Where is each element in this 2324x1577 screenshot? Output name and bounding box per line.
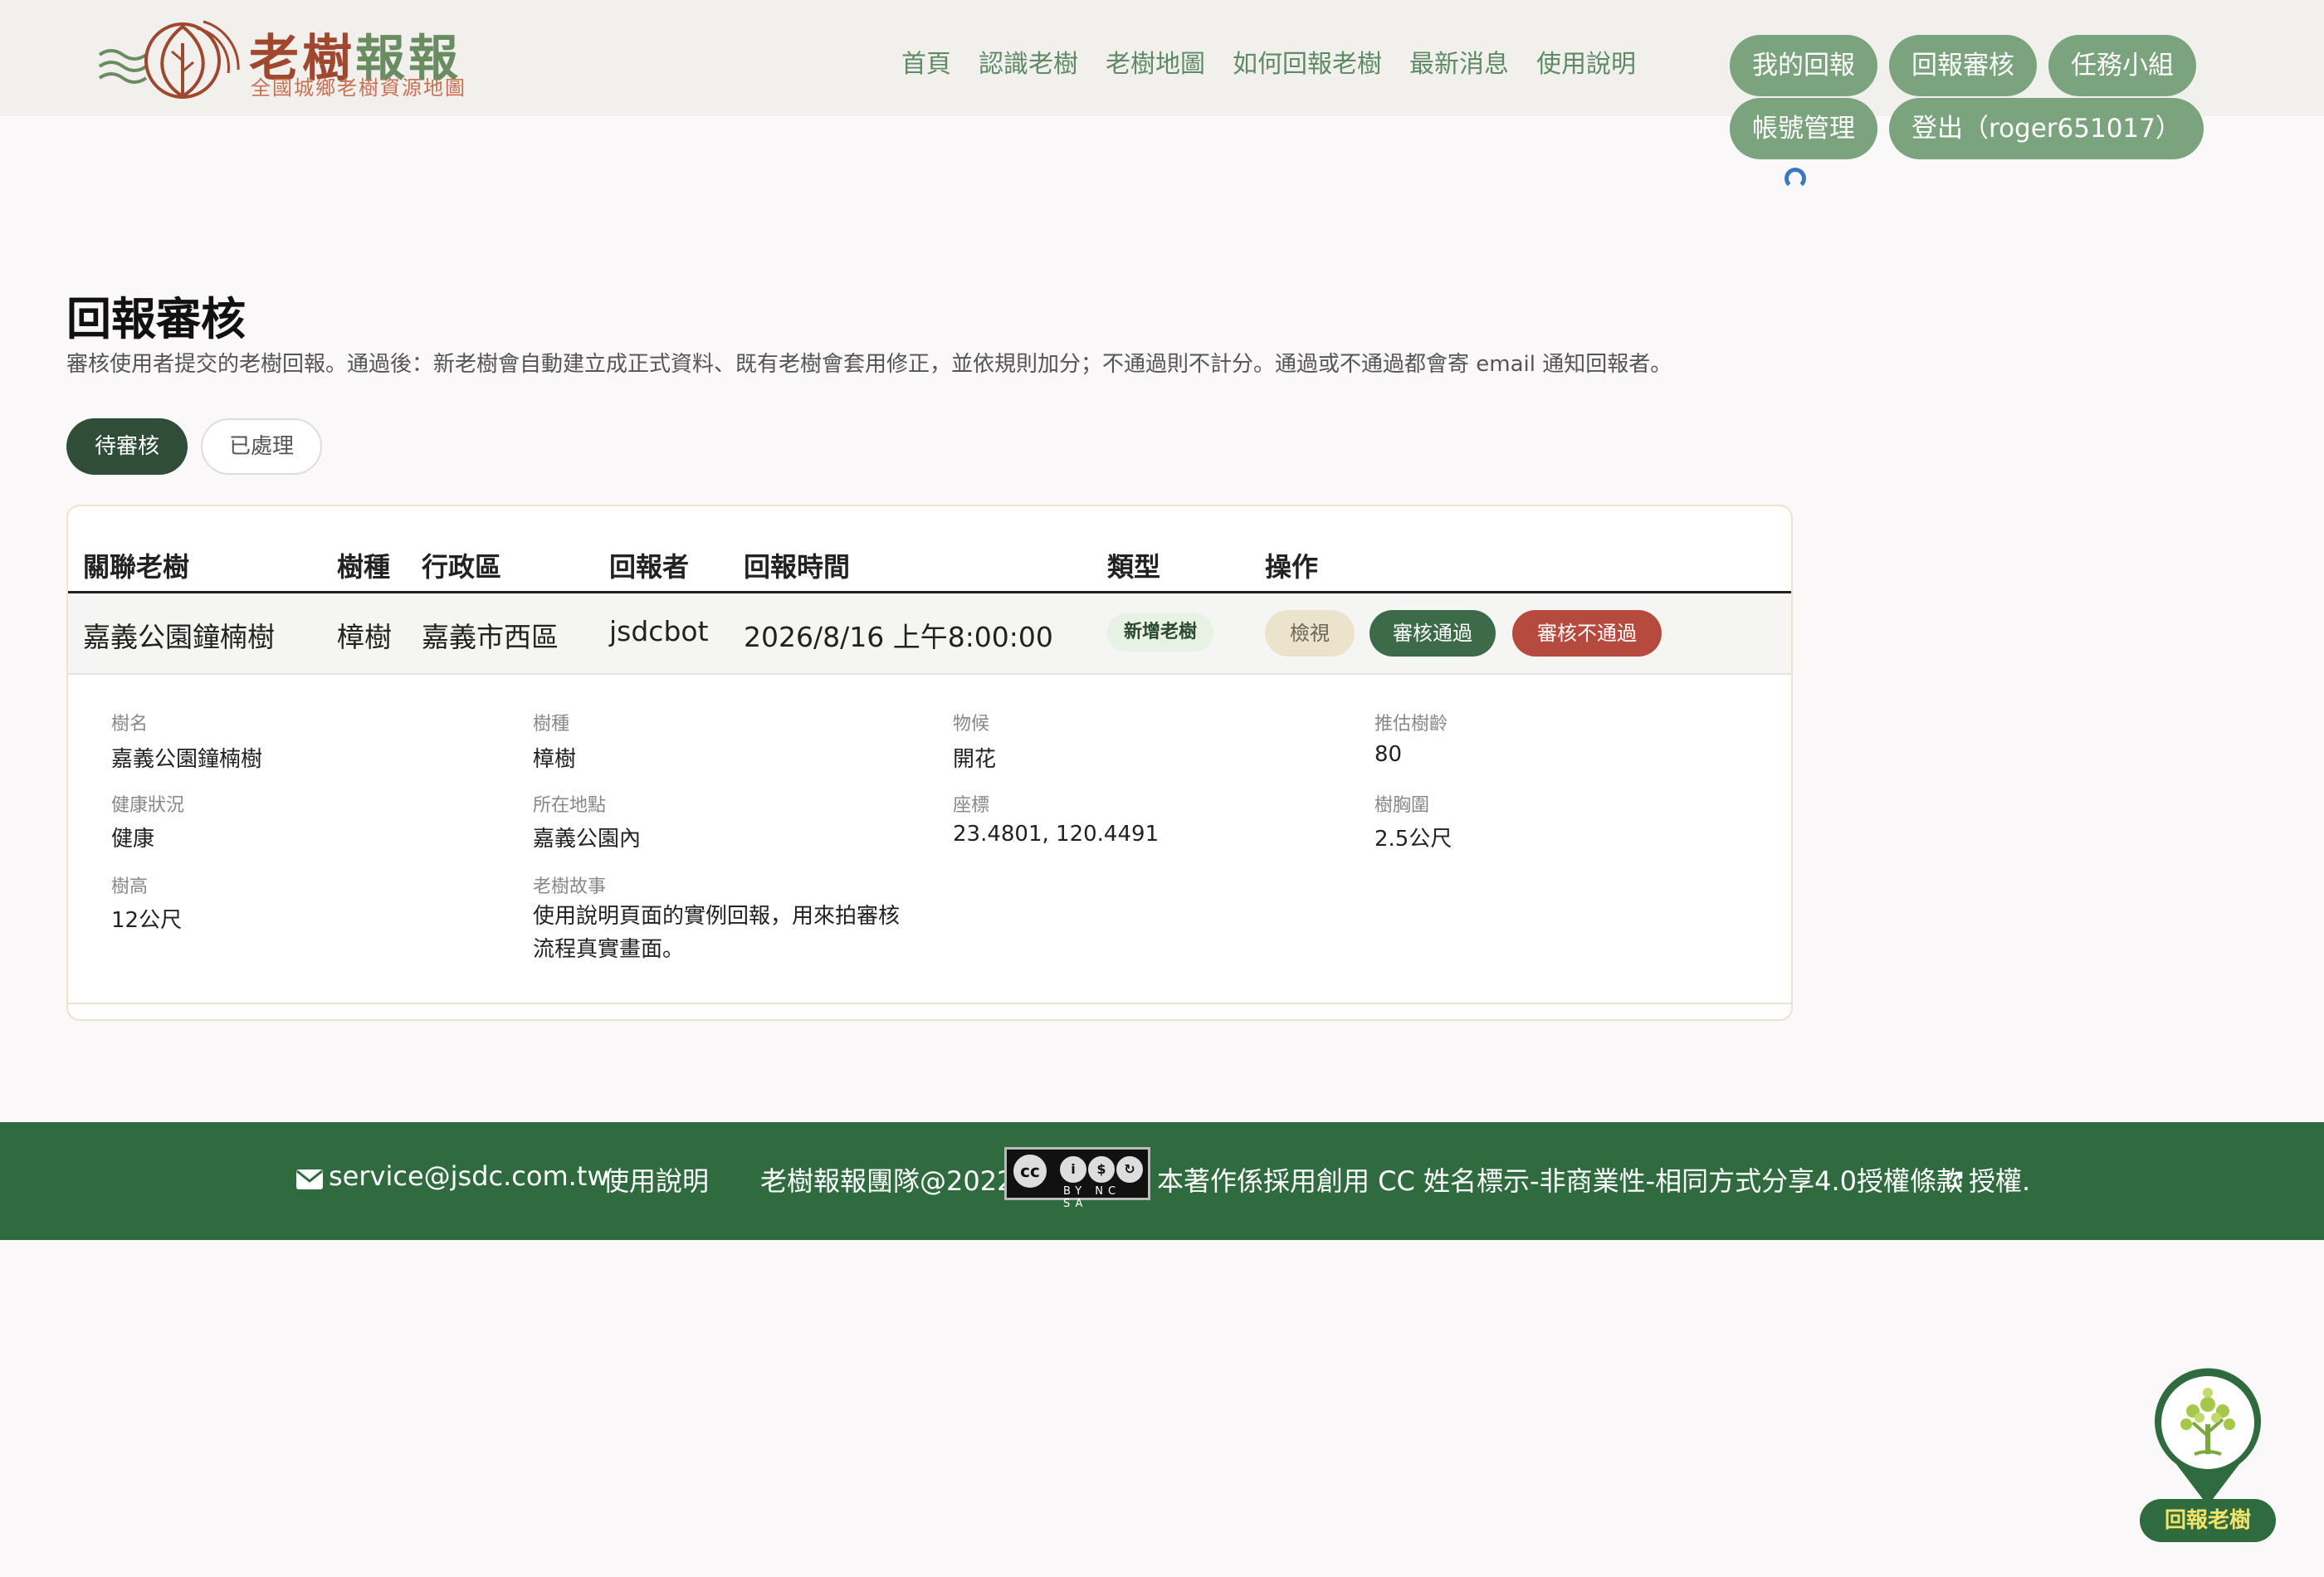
report-tree-float-button[interactable]: 回報老樹 [2140,1366,2276,1544]
cell-time: 2026/8/16 上午8:00:00 [744,621,1053,653]
detail-species-label: 樹種 [533,714,570,735]
nav-news[interactable]: 最新消息 [1409,43,1509,80]
card-divider [68,1003,1791,1004]
detail-location-label: 所在地點 [533,795,607,816]
detail-name-label: 樹名 [111,714,149,735]
column-header-time: 回報時間 [744,551,851,583]
detail-age-label: 推估樹齡 [1374,714,1448,735]
envelope-icon [296,1169,323,1189]
nav-how-to-report[interactable]: 如何回報老樹 [1233,43,1382,80]
cc-license-badge-icon[interactable]: cc i $ ↻ BY NC SA [1004,1147,1150,1210]
detail-coord-label: 座標 [953,795,990,816]
type-badge: 新增老樹 [1107,613,1214,652]
column-header-actions: 操作 [1265,551,1319,583]
tree-marker-icon [2155,1368,2261,1506]
loading-spinner-icon [1784,168,1806,189]
tab-processed[interactable]: 已處理 [201,418,322,475]
column-header-type: 類型 [1107,551,1161,583]
detail-story-value: 使用說明頁面的實例回報，用來拍審核流程真實畫面。 [533,904,901,962]
external-link-icon [1946,1171,1963,1188]
detail-health-value: 健康 [111,827,155,852]
column-header-reporter: 回報者 [609,551,690,583]
site-header: 老樹報報 全國城鄉老樹資源地圖 首頁 認識老樹 老樹地圖 如何回報老樹 最新消息… [0,0,2324,159]
detail-height-label: 樹高 [111,876,149,897]
task-groups-button[interactable]: 任務小組 [2048,35,2196,96]
review-table-card: 關聯老樹 樹種 行政區 回報者 回報時間 類型 操作 嘉義公園鐘楠樹 樟樹 嘉義… [66,505,1793,1021]
footer-email-link[interactable]: service@jsdc.com.tw [329,1160,609,1192]
footer-team: 老樹報報團隊@2022 [760,1165,1014,1197]
detail-species-value: 樟樹 [533,747,577,772]
detail-location-value: 嘉義公園內 [533,827,642,852]
my-reports-button[interactable]: 我的回報 [1730,35,1877,96]
site-footer: service@jsdc.com.tw 使用說明 老樹報報團隊@2022 cc … [0,1122,2324,1240]
report-tree-label: 回報老樹 [2140,1499,2276,1542]
detail-name-value: 嘉義公園鐘楠樹 [111,747,263,772]
cc-by-icon: i [1058,1155,1088,1184]
cc-badge-text: BY NC SA [1063,1185,1121,1210]
nav-home[interactable]: 首頁 [901,43,951,80]
footer-license-link[interactable]: 本著作係採用創用 CC 姓名標示-非商業性-相同方式分享4.0授權條款 [1157,1160,1963,1199]
main-nav: 首頁 認識老樹 老樹地圖 如何回報老樹 最新消息 使用說明 [901,43,1636,80]
cell-species: 樟樹 [337,621,392,653]
column-header-tree: 關聯老樹 [83,551,190,583]
cc-nc-icon: $ [1086,1155,1116,1184]
cc-sa-icon: ↻ [1115,1155,1145,1184]
tree-logo-icon [98,20,240,99]
logout-button[interactable]: 登出（roger651017） [1889,98,2204,159]
detail-girth-label: 樹胸圍 [1374,795,1430,816]
cc-icon: cc [1012,1153,1048,1189]
account-management-button[interactable]: 帳號管理 [1730,98,1877,159]
approve-button[interactable]: 審核通過 [1370,610,1496,657]
page-description: 審核使用者提交的老樹回報。通過後：新老樹會自動建立成正式資料、既有老樹會套用修正… [66,352,1672,377]
nav-guide[interactable]: 使用說明 [1536,43,1636,80]
table-row: 嘉義公園鐘楠樹 樟樹 嘉義市西區 jsdcbot 2026/8/16 上午8:0… [68,593,1791,675]
detail-coord-value: 23.4801, 120.4491 [953,822,1160,847]
footer-license-suffix: 授權. [1969,1165,2031,1197]
detail-age-value: 80 [1374,742,1403,767]
column-header-species: 樹種 [337,551,391,583]
page-title: 回報審核 [66,293,246,345]
tab-pending[interactable]: 待審核 [66,418,188,475]
review-button[interactable]: 回報審核 [1889,35,2037,96]
detail-girth-value: 2.5公尺 [1374,827,1452,852]
nav-about-trees[interactable]: 認識老樹 [979,43,1078,80]
cell-tree: 嘉義公園鐘楠樹 [83,621,275,653]
view-button[interactable]: 檢視 [1265,610,1355,657]
site-logo[interactable]: 老樹報報 全國城鄉老樹資源地圖 [95,15,486,106]
cell-district: 嘉義市西區 [422,621,559,653]
detail-phenology-value: 開花 [953,747,997,772]
detail-height-value: 12公尺 [111,908,183,933]
detail-phenology-label: 物候 [953,714,990,735]
reject-button[interactable]: 審核不通過 [1512,610,1662,657]
logo-subtitle: 全國城鄉老樹資源地圖 [251,76,466,100]
detail-health-label: 健康狀況 [111,795,185,816]
nav-tree-map[interactable]: 老樹地圖 [1106,43,1205,80]
footer-guide-link[interactable]: 使用說明 [603,1160,709,1199]
cell-reporter: jsdcbot [609,615,709,647]
column-header-district: 行政區 [422,551,502,583]
detail-story-label: 老樹故事 [533,876,607,897]
